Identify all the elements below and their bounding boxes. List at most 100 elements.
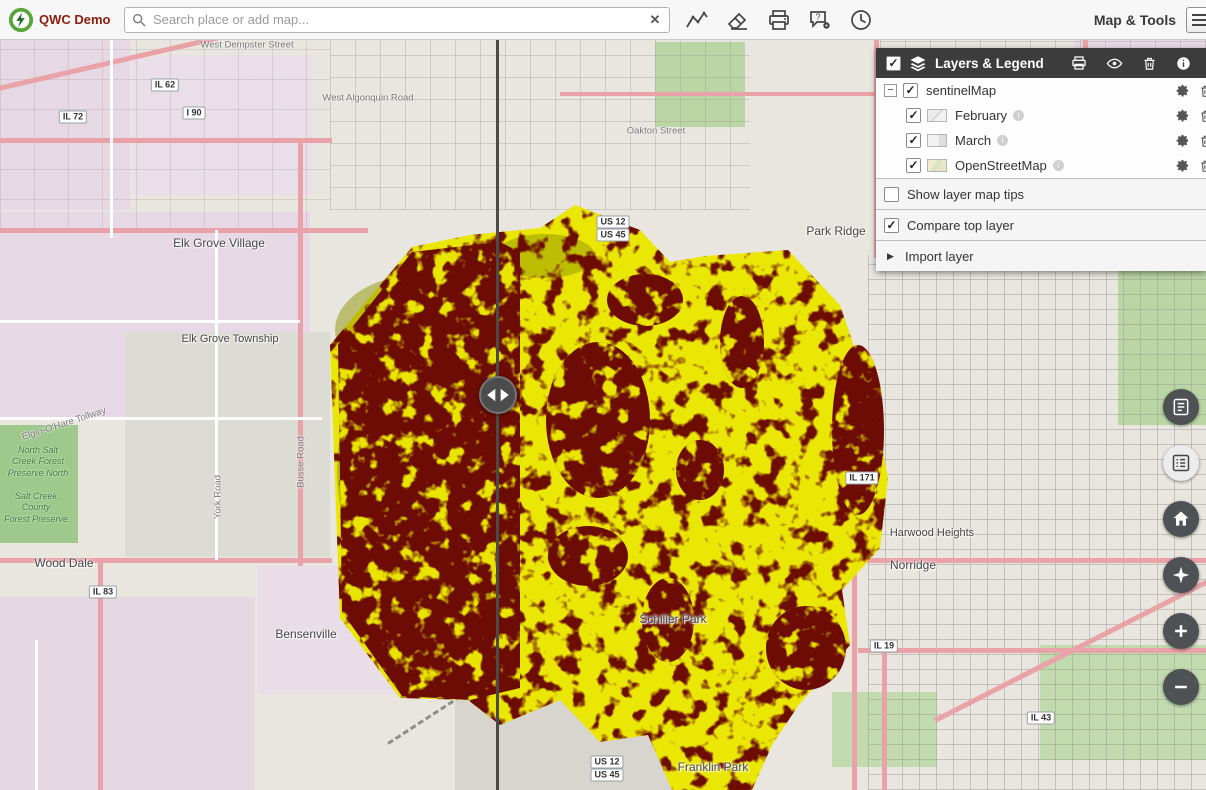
search-box[interactable] <box>124 7 670 33</box>
zoom-out-icon <box>1171 677 1191 697</box>
route-shield: I 90 <box>182 107 205 120</box>
layer-info-icon[interactable]: i <box>997 135 1008 146</box>
map-area-patch <box>868 255 1206 790</box>
route-shield: IL 19 <box>870 640 898 653</box>
layer-settings-icon[interactable] <box>1175 158 1190 173</box>
clock-icon <box>849 8 873 32</box>
compare-top-layer-row[interactable]: Compare top layer <box>876 209 1206 240</box>
help-button[interactable]: ? <box>807 7 833 33</box>
layer-remove-icon[interactable] <box>1199 134 1206 148</box>
visibility-eye-icon[interactable] <box>1106 55 1123 72</box>
info-icon[interactable] <box>1176 56 1191 71</box>
route-shield: IL 62 <box>151 79 179 92</box>
route-shield: US 45 <box>590 769 623 782</box>
app-title: QWC Demo <box>39 12 111 27</box>
map-road <box>830 558 1206 563</box>
zoom-out-button[interactable] <box>1163 669 1199 705</box>
map-tools-label[interactable]: Map & Tools <box>1094 12 1176 28</box>
street-label: Busse Road <box>296 436 307 488</box>
layer-checkbox[interactable] <box>906 133 921 148</box>
town-label: Harwood Heights <box>890 527 974 539</box>
layer-checkbox[interactable] <box>906 108 921 123</box>
map-road <box>98 560 103 790</box>
layer-group-row[interactable]: − sentinelMap <box>876 78 1206 103</box>
list-button[interactable] <box>1163 445 1199 481</box>
town-label: Bensenville <box>275 627 336 641</box>
help-icon: ? <box>808 8 832 32</box>
qwc-app: Elk Grove VillageElk Grove TownshipPark … <box>0 0 1206 790</box>
layer-settings-icon[interactable] <box>1175 108 1190 123</box>
layer-remove-icon[interactable] <box>1199 84 1206 98</box>
layer-settings-icon[interactable] <box>1175 133 1190 148</box>
map-area-patch <box>0 40 330 230</box>
map-area-patch <box>0 425 78 543</box>
profile-icon <box>685 8 709 32</box>
compare-checkbox[interactable] <box>884 218 899 233</box>
map-road <box>560 92 890 96</box>
search-input[interactable] <box>151 11 643 28</box>
import-layer-label: Import layer <box>905 249 974 264</box>
qwc-logo-icon <box>8 7 34 33</box>
town-label: Norridge <box>890 558 936 572</box>
notes-button[interactable] <box>1163 389 1199 425</box>
time-button[interactable] <box>848 7 874 33</box>
profile-button[interactable] <box>684 7 710 33</box>
map-area-patch <box>832 692 937 767</box>
layer-label: February <box>955 108 1007 123</box>
map-road <box>0 417 322 420</box>
import-layer-row[interactable]: Import layer <box>876 240 1206 271</box>
collapse-toggle-icon[interactable]: − <box>884 84 897 97</box>
map-buttons <box>1163 389 1199 705</box>
town-label: Park Ridge <box>806 224 865 238</box>
layer-info-icon[interactable]: i <box>1013 110 1024 121</box>
print-icon <box>767 8 791 32</box>
layer-remove-icon[interactable] <box>1199 109 1206 123</box>
home-button[interactable] <box>1163 501 1199 537</box>
layer-row[interactable]: February i <box>876 103 1206 128</box>
layer-row[interactable]: OpenStreetMapi <box>876 153 1206 178</box>
street-label: Elgin-O'Hare Tollway <box>21 405 108 443</box>
print-button[interactable] <box>766 7 792 33</box>
map-road <box>852 440 857 790</box>
layers-panel-title: Layers & Legend <box>935 56 1044 71</box>
street-label: West Dempster Street <box>200 40 293 51</box>
compare-arrows-icon <box>481 378 515 412</box>
map-road <box>882 648 887 790</box>
street-label: Oakton Street <box>627 126 686 137</box>
print-legend-icon[interactable] <box>1071 55 1087 71</box>
layer-checkbox[interactable] <box>906 158 921 173</box>
zoom-in-icon <box>1171 621 1191 641</box>
panel-header-checkbox[interactable] <box>886 56 901 71</box>
eraser-button[interactable] <box>725 7 751 33</box>
layer-group-checkbox[interactable] <box>903 83 918 98</box>
clear-search-icon[interactable] <box>647 12 663 28</box>
layer-info-icon[interactable]: i <box>1053 160 1064 171</box>
zoom-in-button[interactable] <box>1163 613 1199 649</box>
layer-thumbnail <box>927 159 947 172</box>
app-logo[interactable]: QWC Demo <box>0 7 124 33</box>
map-road <box>0 558 332 563</box>
menu-button[interactable] <box>1186 7 1206 33</box>
route-shield: US 12 <box>596 216 629 229</box>
map-tips-checkbox[interactable] <box>884 187 899 202</box>
map-area-patch <box>0 40 130 210</box>
layer-label: March <box>955 133 991 148</box>
locate-button[interactable] <box>1163 557 1199 593</box>
street-label: West Algonquin Road <box>322 93 413 104</box>
layer-thumbnail <box>927 109 947 122</box>
home-icon <box>1171 509 1191 529</box>
town-label: Schiller Park <box>639 612 706 626</box>
list-icon <box>1171 453 1191 473</box>
map-area-patch <box>455 672 705 790</box>
forest-label: Salt Creek County Forest Preserve <box>4 491 68 525</box>
trash-icon[interactable] <box>1142 56 1157 71</box>
layer-row[interactable]: Marchi <box>876 128 1206 153</box>
show-map-tips-row[interactable]: Show layer map tips <box>876 178 1206 209</box>
map-road <box>858 648 1206 653</box>
layer-group-label: sentinelMap <box>926 83 996 98</box>
route-shield: US 12 <box>590 756 623 769</box>
layer-settings-icon[interactable] <box>1175 83 1190 98</box>
layer-remove-icon[interactable] <box>1199 159 1206 173</box>
compare-slider-handle[interactable] <box>479 376 517 414</box>
street-label: York Road <box>213 475 224 519</box>
